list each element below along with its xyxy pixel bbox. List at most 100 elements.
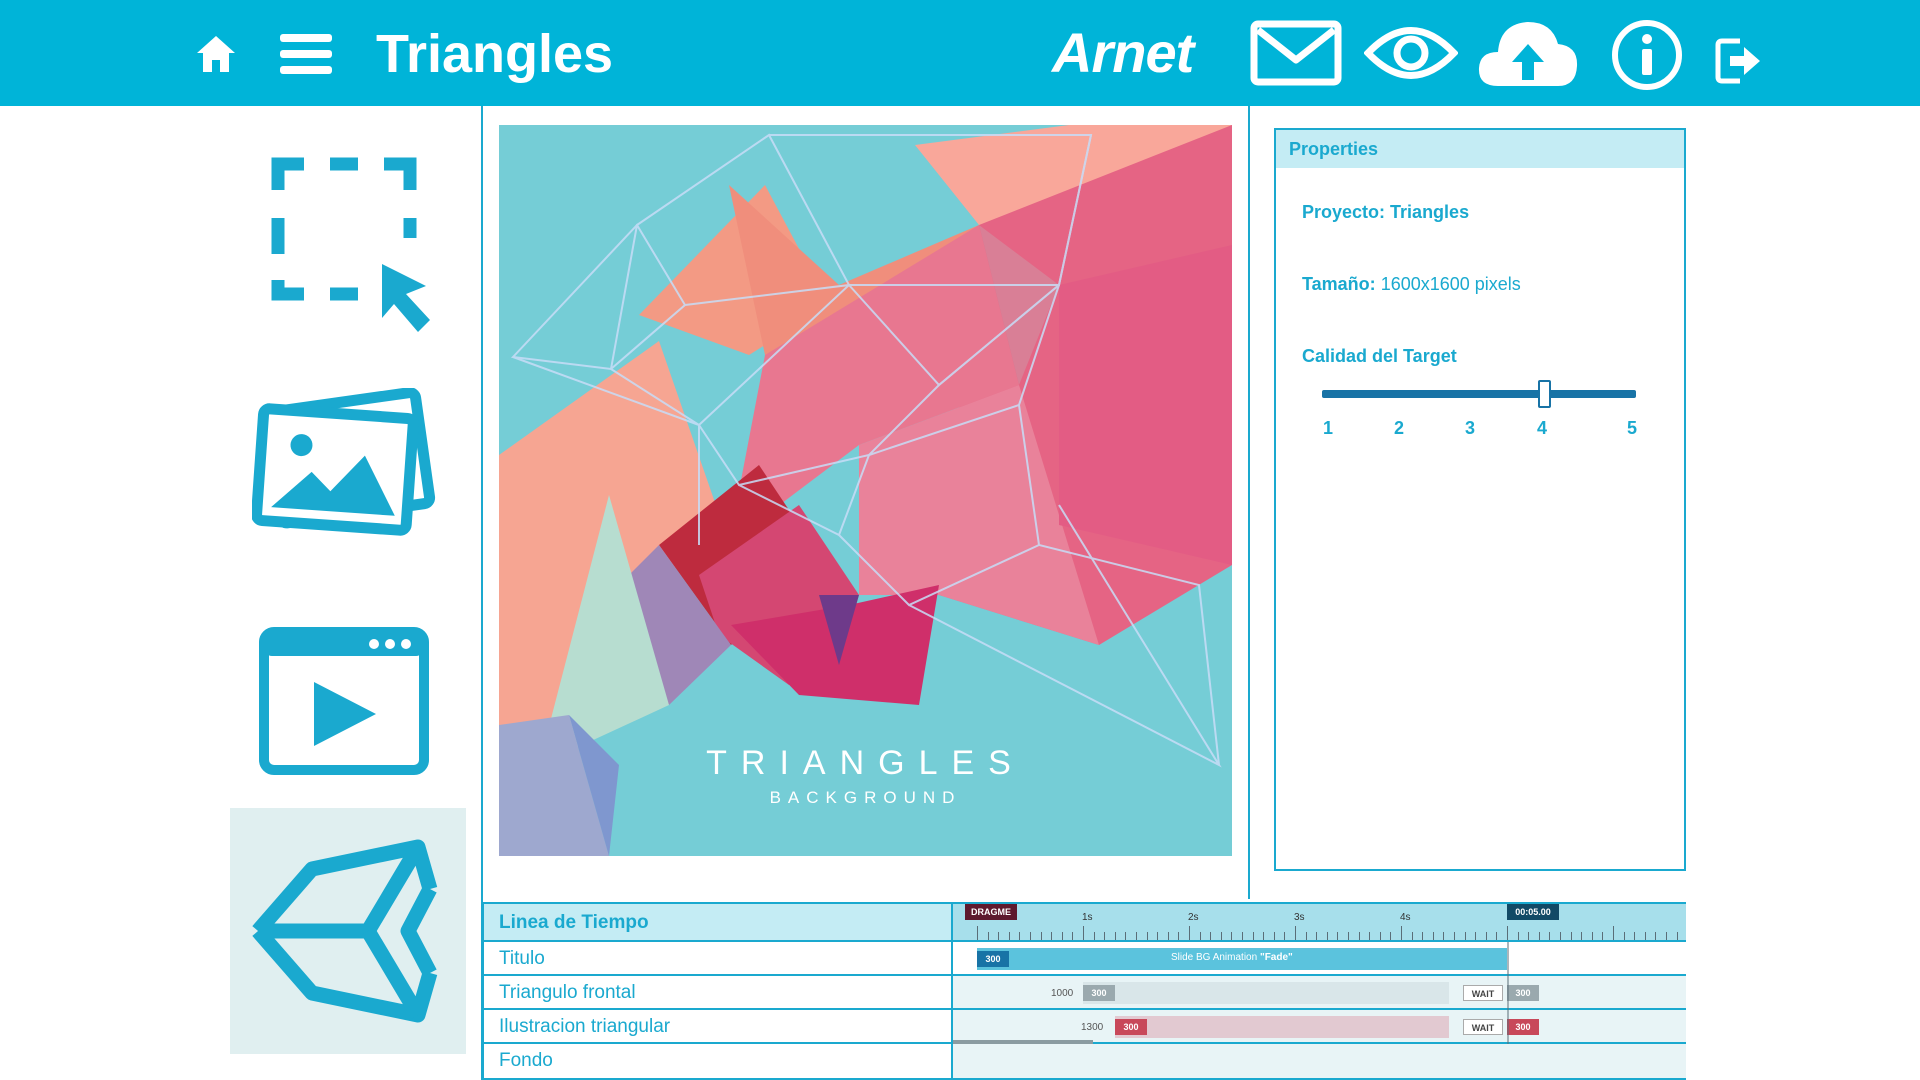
layer-titulo[interactable]: Titulo xyxy=(484,942,951,976)
menu-icon[interactable] xyxy=(278,30,334,78)
ruler-tick xyxy=(1549,932,1551,940)
titulo-duration-chip[interactable]: 300 xyxy=(977,951,1009,967)
ruler-tick xyxy=(1157,932,1159,940)
ruler-tick xyxy=(1072,932,1074,940)
quality-slider-thumb[interactable] xyxy=(1538,380,1551,408)
ruler-tick xyxy=(1401,926,1402,940)
home-icon[interactable] xyxy=(192,30,240,78)
ilustracion-out-chip[interactable]: 300 xyxy=(1507,1019,1539,1035)
ruler-tick xyxy=(998,932,1000,940)
ruler-tick xyxy=(1560,932,1561,940)
frontal-in-chip[interactable]: 300 xyxy=(1083,985,1115,1001)
ruler-tick xyxy=(1199,932,1201,940)
layer-triangulo-frontal[interactable]: Triangulo frontal xyxy=(484,976,951,1010)
layer-fondo[interactable]: Fondo xyxy=(484,1044,951,1078)
eye-icon[interactable] xyxy=(1364,22,1458,84)
ruler-tick xyxy=(1613,926,1614,940)
ruler-tick xyxy=(1422,932,1424,940)
properties-header: Properties xyxy=(1276,130,1684,168)
second-label-1: 1s xyxy=(1082,912,1093,923)
ruler-tick xyxy=(987,932,989,940)
ruler-tick xyxy=(1485,932,1487,940)
unity-icon xyxy=(252,839,438,1023)
ruler-tick xyxy=(1581,932,1583,940)
info-icon[interactable] xyxy=(1610,18,1684,92)
ruler-tick xyxy=(1284,932,1286,940)
ruler-tick xyxy=(1602,932,1604,940)
ruler-tick xyxy=(1178,932,1180,940)
design-canvas[interactable]: TRIANGLES BACKGROUND xyxy=(499,125,1232,856)
cloud-upload-icon[interactable] xyxy=(1476,14,1580,92)
dragme-marker[interactable]: DRAGME xyxy=(965,904,1017,920)
ruler-tick xyxy=(1040,932,1042,940)
mail-icon[interactable] xyxy=(1250,20,1342,86)
ruler-tick xyxy=(1114,932,1116,940)
quality-tick-5: 5 xyxy=(1626,418,1637,438)
second-label-2: 2s xyxy=(1188,912,1199,923)
ruler-tick xyxy=(1305,932,1307,940)
ruler-tick xyxy=(1019,932,1021,940)
frontal-wait-chip[interactable]: WAIT xyxy=(1463,985,1503,1001)
canvas-subtitle-text: BACKGROUND xyxy=(769,788,962,807)
ruler-tick xyxy=(1220,932,1222,940)
size-label: Tamaño: xyxy=(1302,274,1376,294)
frontal-out-chip[interactable]: 300 xyxy=(1507,985,1539,1001)
ruler-tick xyxy=(1231,932,1233,940)
ruler-tick xyxy=(1136,932,1137,940)
project-row: Proyecto: Triangles xyxy=(1302,202,1469,223)
ruler-tick xyxy=(1167,932,1169,940)
video-player-icon xyxy=(259,627,429,775)
ruler-tick xyxy=(1390,932,1392,940)
canvas-title-text: TRIANGLES xyxy=(706,744,1025,782)
ruler-tick xyxy=(1263,932,1265,940)
quality-tick-3: 3 xyxy=(1464,418,1475,438)
ilustracion-clip-bar[interactable] xyxy=(1115,1016,1449,1038)
ruler-tick xyxy=(1411,932,1413,940)
images-tool[interactable] xyxy=(252,388,442,538)
ruler-tick xyxy=(1326,932,1328,940)
ilustracion-wait-chip[interactable]: WAIT xyxy=(1463,1019,1503,1035)
video-player-tool[interactable] xyxy=(258,626,430,776)
ruler-tick xyxy=(1051,932,1053,940)
ruler-tick xyxy=(1655,932,1657,940)
logout-icon[interactable] xyxy=(1714,36,1764,86)
ruler-tick xyxy=(1252,932,1254,940)
ruler-tick xyxy=(1104,932,1106,940)
project-value: Triangles xyxy=(1390,202,1470,222)
project-label: Proyecto: xyxy=(1302,202,1386,222)
ruler-tick xyxy=(1061,932,1063,940)
track-triangulo-frontal: 1000 300 WAIT 300 xyxy=(951,976,1686,1010)
ruler-tick xyxy=(1538,932,1540,940)
ruler-tick xyxy=(1093,932,1095,940)
timeline-ruler[interactable]: DRAGME 00:05.00 1s 2s 3s 4s xyxy=(951,904,1686,942)
selection-tool[interactable] xyxy=(268,150,454,340)
frontal-delay: 1000 xyxy=(1051,988,1074,999)
ruler-tick xyxy=(1570,932,1572,940)
end-time-marker[interactable]: 00:05.00 xyxy=(1507,904,1559,920)
images-icon xyxy=(252,388,436,536)
second-label-3: 3s xyxy=(1294,912,1305,923)
ruler-tick xyxy=(1443,932,1445,940)
track-fondo xyxy=(951,1044,1686,1078)
ruler-tick xyxy=(1623,932,1625,940)
quality-slider-track[interactable] xyxy=(1322,390,1636,398)
quality-label: Calidad del Target xyxy=(1302,346,1457,366)
ruler-tick xyxy=(1295,926,1296,940)
titulo-animation-label: Slide BG Animation "Fade" xyxy=(1171,952,1293,963)
ruler-tick xyxy=(1273,932,1275,940)
frontal-clip-bar[interactable] xyxy=(1083,982,1449,1004)
unity-tool[interactable] xyxy=(230,808,466,1054)
ilustracion-delay: 1300 xyxy=(1081,1022,1104,1033)
ruler-tick xyxy=(1379,932,1381,940)
ruler-tick xyxy=(1454,932,1455,940)
ilustracion-in-chip[interactable]: 300 xyxy=(1115,1019,1147,1035)
properties-panel: Properties Proyecto: Triangles Tamaño: 1… xyxy=(1274,128,1686,871)
titulo-animation-name: Slide BG Animation xyxy=(1171,952,1258,963)
track-titulo: 300 Slide BG Animation "Fade" xyxy=(951,942,1686,976)
ruler-tick xyxy=(1337,932,1339,940)
quality-tick-1: 1 xyxy=(1322,418,1333,438)
layer-ilustracion-triangular[interactable]: Ilustracion triangular xyxy=(484,1010,951,1044)
titulo-animation-effect: "Fade" xyxy=(1259,952,1293,963)
selection-icon xyxy=(271,157,430,332)
ruler-tick xyxy=(1528,932,1530,940)
